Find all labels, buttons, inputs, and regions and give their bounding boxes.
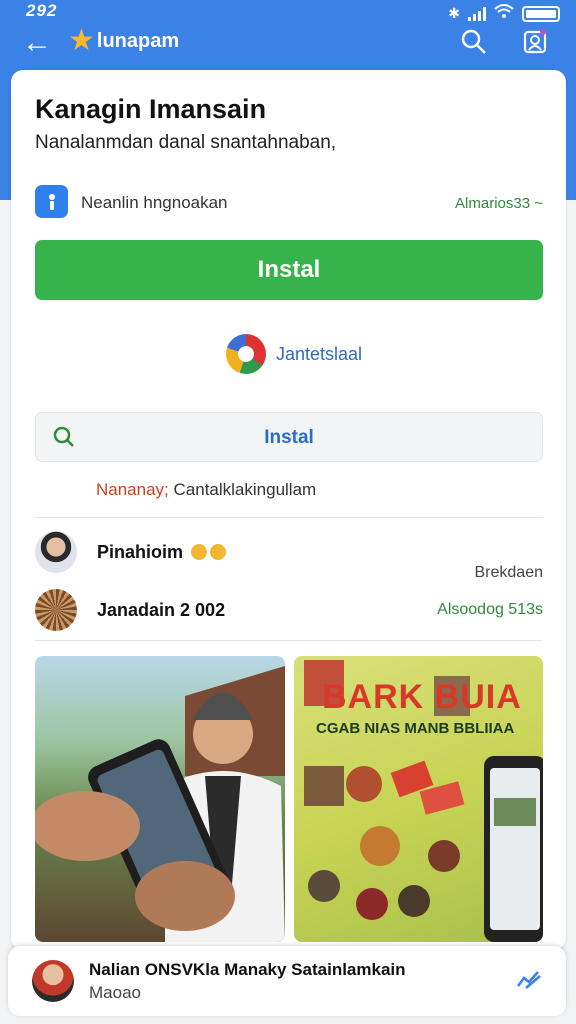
- search-icon[interactable]: [460, 28, 488, 61]
- battery-icon: [522, 5, 560, 22]
- back-arrow-icon[interactable]: ←: [22, 28, 52, 58]
- brand-name: Jantetslaal: [276, 343, 363, 364]
- verified-badge-icon: [191, 544, 208, 560]
- divider: [35, 517, 543, 518]
- brand-logo-icon: [226, 334, 266, 374]
- signal-icon: [468, 6, 486, 21]
- note-text: Cantalklakingullam: [173, 480, 317, 499]
- user-name: Pinahioim: [97, 542, 227, 563]
- user-name-text: Pinahioim: [97, 542, 184, 562]
- user-name: Janadain 2 002: [97, 600, 226, 620]
- wifi-icon: [494, 3, 514, 24]
- status-time: 292: [26, 1, 58, 20]
- app-title: Kanagin Imansain: [35, 94, 267, 124]
- permission-value[interactable]: Almarios33 ~: [455, 195, 543, 212]
- photo-illustration: [35, 666, 285, 942]
- account-icon[interactable]: [522, 28, 548, 61]
- app-subtitle: Nanalanmdan danal snantahnaban,: [35, 132, 337, 153]
- app-logo: ★ lunapam: [68, 24, 179, 58]
- install-button[interactable]: Instal: [35, 240, 543, 300]
- notification-subtitle: Maoao: [89, 983, 141, 1002]
- star-logo-icon: ★: [68, 24, 95, 57]
- permission-row[interactable]: Neanlin hngnoakan Almarios33 ~: [35, 185, 543, 219]
- bottom-notification[interactable]: Nalian ONSVKla Manaky Satainlamkain Maoa…: [8, 946, 566, 1016]
- permission-label: Neanlin hngnoakan: [81, 193, 228, 212]
- user-row[interactable]: Janadain 2 002 Alsoodog 513s: [35, 589, 543, 633]
- screenshot-photo[interactable]: [35, 656, 285, 942]
- main-card: Kanagin Imansain Nanalanmdan danal snant…: [11, 70, 566, 950]
- developer-brand[interactable]: Jantetslaal: [226, 334, 362, 374]
- avatar: [35, 589, 77, 631]
- user-icon: [35, 185, 68, 218]
- bluetooth-icon: ✱: [448, 5, 460, 21]
- user-row-value: Brekdaen: [474, 564, 544, 581]
- avatar: [32, 960, 74, 1002]
- app-bar: ← ★ lunapam: [0, 24, 576, 68]
- promo-photo[interactable]: BARK BUIA CGAB NIAS MANB BBLIIAA: [294, 656, 543, 942]
- note-prefix: Nananay;: [96, 480, 169, 499]
- divider: [35, 640, 543, 641]
- promo-caption: CGAB NIAS MANB BBLIIAA: [316, 720, 515, 737]
- info-note: Nananay; Cantalklakingullam: [96, 480, 316, 500]
- status-icons: ✱: [448, 3, 560, 24]
- search-bar[interactable]: Instal: [35, 412, 543, 462]
- notification-title: Nalian ONSVKla Manaky Satainlamkain: [89, 960, 406, 979]
- avatar: [35, 531, 77, 573]
- status-bar: 292 ✱: [0, 0, 576, 24]
- app-name: lunapam: [96, 29, 180, 52]
- checkmark-icon[interactable]: [516, 970, 542, 995]
- user-row-value: Alsoodog 513s: [437, 601, 543, 618]
- search-bar-label: Instal: [264, 427, 314, 448]
- user-row[interactable]: Pinahioim Brekdaen: [35, 531, 543, 581]
- verified-badge-icon: [210, 544, 227, 560]
- promo-title: BARK BUIA: [322, 678, 522, 716]
